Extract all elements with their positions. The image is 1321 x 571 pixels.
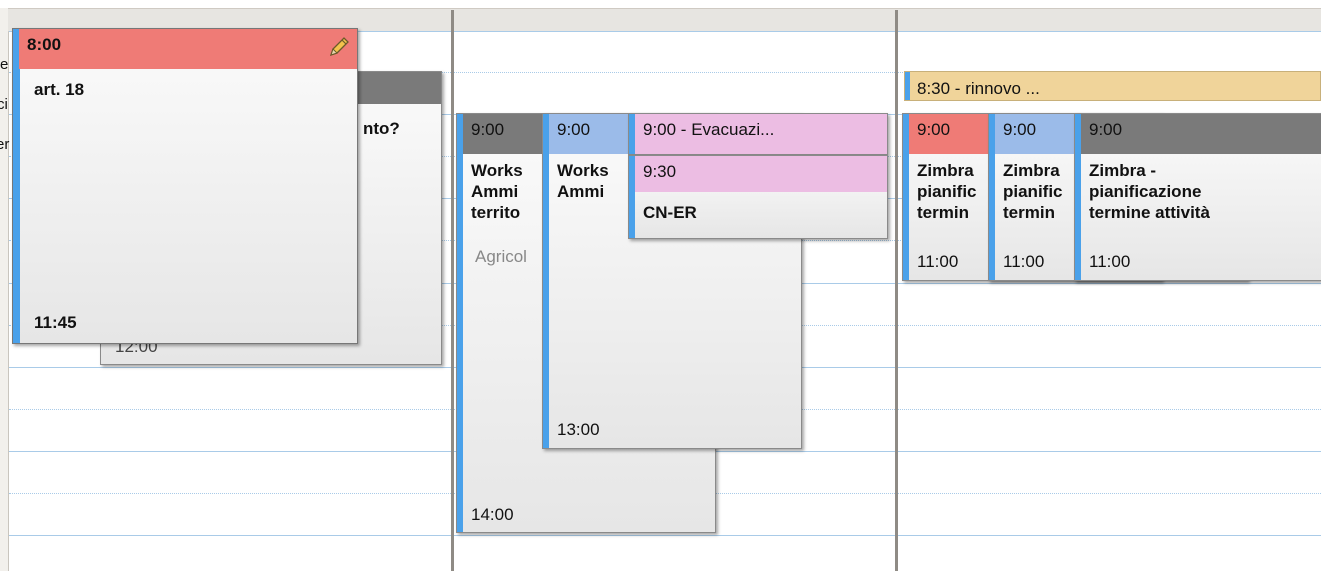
- sidebar-fragment: e: [0, 56, 9, 73]
- appointment-end-time: 11:45: [34, 313, 77, 332]
- appointment-end-time: 13:00: [557, 420, 600, 439]
- appointment-title: CN-ER: [643, 203, 697, 222]
- appointment-title-line: Zimbra -: [1089, 161, 1157, 180]
- allday-event[interactable]: 8:30 - rinnovo ...: [904, 71, 1321, 101]
- appointment-title: art. 18: [34, 80, 85, 99]
- appointment-day3-c[interactable]: 9:00 Zimbra - pianificazione termine att…: [1074, 113, 1321, 281]
- sidebar-fragment: er: [0, 136, 10, 153]
- appointment-day2-c[interactable]: 9:00 - Evacuazi...: [628, 113, 888, 155]
- appointment-end-time: 11:00: [1089, 252, 1131, 271]
- appointment-end-time: 14:00: [471, 505, 514, 524]
- appointment-header-text: 9:00 - Evacuazi...: [635, 114, 887, 154]
- appointment-end-time: 11:00: [1003, 252, 1045, 271]
- day-separator: [895, 10, 898, 571]
- top-toolbar-strip: [0, 0, 1321, 8]
- sidebar-fragment: ci: [0, 96, 8, 113]
- allday-event-label: 8:30 - rinnovo ...: [917, 79, 1040, 98]
- appointment-title-line: pianificazione: [1089, 182, 1202, 201]
- appointment-start-time: 9:00: [1081, 114, 1321, 154]
- appointment-title-line: termine attività: [1089, 203, 1210, 222]
- appointment-location: Agricol: [475, 247, 527, 266]
- pencil-icon[interactable]: [327, 35, 351, 59]
- appointment-end-time: 11:00: [917, 252, 959, 271]
- appointment-title: nto?: [363, 119, 400, 138]
- appointment-day1-front[interactable]: 8:00 art. 18 11:45: [12, 28, 358, 344]
- appointment-start-time: 8:00: [19, 29, 357, 69]
- appointment-day2-d[interactable]: 9:30 CN-ER: [628, 155, 888, 239]
- day-separator: [451, 10, 454, 571]
- left-panel-edge: e ci er: [0, 8, 9, 571]
- appointment-start-time: 9:30: [635, 156, 887, 192]
